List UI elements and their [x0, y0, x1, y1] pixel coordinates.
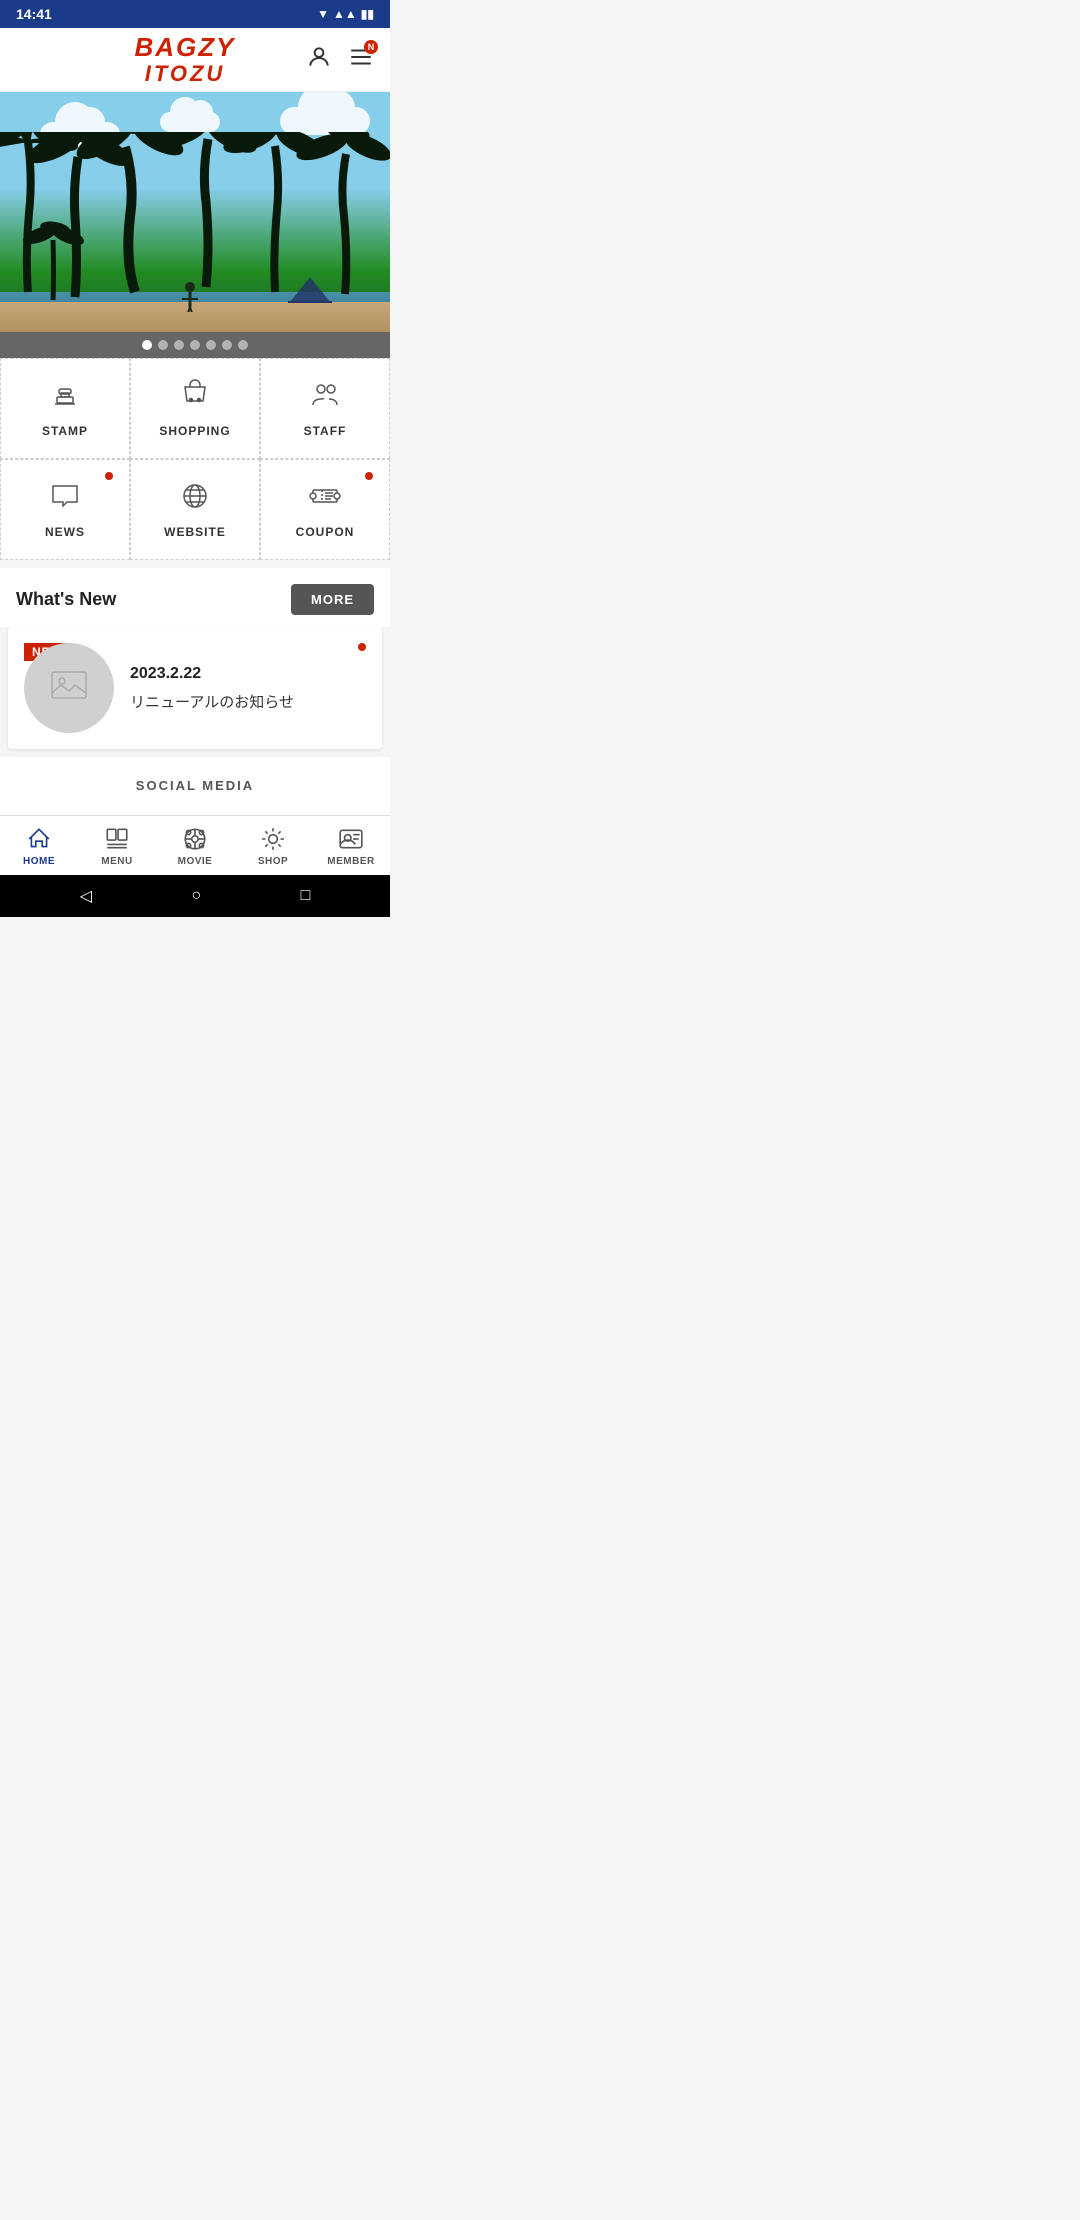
grid-item-shopping[interactable]: SHOPPING — [130, 358, 260, 459]
wifi-icon: ▼ — [317, 7, 329, 21]
news-date: 2023.2.22 — [130, 665, 366, 683]
app-header: BAGZY ITOZU N — [0, 28, 390, 92]
menu-label: MENU — [101, 856, 132, 867]
profile-button[interactable] — [306, 44, 332, 76]
news-card-dot — [358, 643, 366, 651]
shopping-label: SHOPPING — [159, 424, 230, 438]
android-home-button[interactable]: ○ — [191, 887, 201, 905]
dot-4[interactable] — [190, 340, 200, 350]
news-label: NEWS — [45, 525, 85, 539]
dot-7[interactable] — [238, 340, 248, 350]
nav-shop[interactable]: SHOP — [234, 816, 312, 875]
grid-item-coupon[interactable]: COUPON — [260, 459, 390, 560]
menu-button[interactable]: N — [348, 44, 374, 76]
stamp-label: STAMP — [42, 424, 88, 438]
coupon-icon — [309, 480, 341, 517]
dot-3[interactable] — [174, 340, 184, 350]
battery-icon: ▮▮ — [361, 7, 374, 21]
nav-movie[interactable]: MOVIE — [156, 816, 234, 875]
stamp-icon — [49, 379, 81, 416]
social-media-title: SOCIAL MEDIA — [136, 778, 254, 793]
coupon-notification-dot — [365, 472, 373, 480]
grid-item-news[interactable]: NEWS — [0, 459, 130, 560]
news-card-wrapper: NEW — [24, 643, 114, 733]
grid-item-staff[interactable]: STAFF — [260, 358, 390, 459]
whats-new-section: What's New MORE — [0, 568, 390, 627]
signal-icon: ▲▲ — [333, 7, 357, 21]
thumbnail-placeholder-icon — [51, 671, 87, 706]
staff-label: STAFF — [304, 424, 347, 438]
status-bar: 14:41 ▼ ▲▲ ▮▮ — [0, 0, 390, 28]
android-back-button[interactable]: ◁ — [80, 886, 92, 906]
logo: BAGZY ITOZU — [64, 33, 306, 86]
home-label: HOME — [23, 856, 55, 867]
shop-label: SHOP — [258, 856, 288, 867]
status-icons: ▼ ▲▲ ▮▮ — [317, 7, 374, 21]
dot-1[interactable] — [142, 340, 152, 350]
website-icon — [179, 480, 211, 517]
news-card[interactable]: NEW 2023.2.22 リニューアルのお知らせ — [8, 627, 382, 749]
status-time: 14:41 — [16, 6, 52, 22]
news-content: 2023.2.22 リニューアルのお知らせ — [130, 665, 366, 712]
menu-nav-icon — [104, 826, 130, 852]
android-recent-button[interactable]: □ — [301, 887, 311, 905]
header-icons: N — [306, 44, 374, 76]
android-nav-bar: ◁ ○ □ — [0, 875, 390, 917]
coupon-label: COUPON — [296, 525, 355, 539]
member-label: MEMBER — [327, 856, 374, 867]
dot-5[interactable] — [206, 340, 216, 350]
cloud-2 — [160, 112, 220, 132]
news-thumbnail — [24, 643, 114, 733]
shopping-icon — [179, 379, 211, 416]
nav-member[interactable]: MEMBER — [312, 816, 390, 875]
movie-label: MOVIE — [178, 856, 213, 867]
logo-line2: ITOZU — [135, 62, 236, 86]
home-icon — [26, 826, 52, 852]
more-button[interactable]: MORE — [291, 584, 374, 615]
logo-line1: BAGZY — [135, 33, 236, 62]
nav-home[interactable]: HOME — [0, 816, 78, 875]
dot-6[interactable] — [222, 340, 232, 350]
grid-menu: STAMP SHOPPING STAFF — [0, 358, 390, 560]
chat-icon — [49, 480, 81, 517]
whats-new-title: What's New — [16, 589, 116, 610]
bottom-nav: HOME MENU — [0, 815, 390, 875]
dot-2[interactable] — [158, 340, 168, 350]
slider-dots — [0, 332, 390, 358]
movie-icon — [182, 826, 208, 852]
hero-image — [0, 92, 390, 332]
grid-item-website[interactable]: WEBSITE — [130, 459, 260, 560]
nav-menu[interactable]: MENU — [78, 816, 156, 875]
palm-trees-svg — [0, 132, 390, 312]
shop-icon — [260, 826, 286, 852]
grid-item-stamp[interactable]: STAMP — [0, 358, 130, 459]
staff-icon — [309, 379, 341, 416]
member-icon — [338, 826, 364, 852]
menu-badge: N — [364, 40, 378, 54]
social-media-section: SOCIAL MEDIA — [0, 757, 390, 815]
cloud-3 — [280, 107, 370, 135]
news-text: リニューアルのお知らせ — [130, 691, 366, 712]
website-label: WEBSITE — [164, 525, 226, 539]
news-notification-dot — [105, 472, 113, 480]
hero-slider[interactable] — [0, 92, 390, 332]
